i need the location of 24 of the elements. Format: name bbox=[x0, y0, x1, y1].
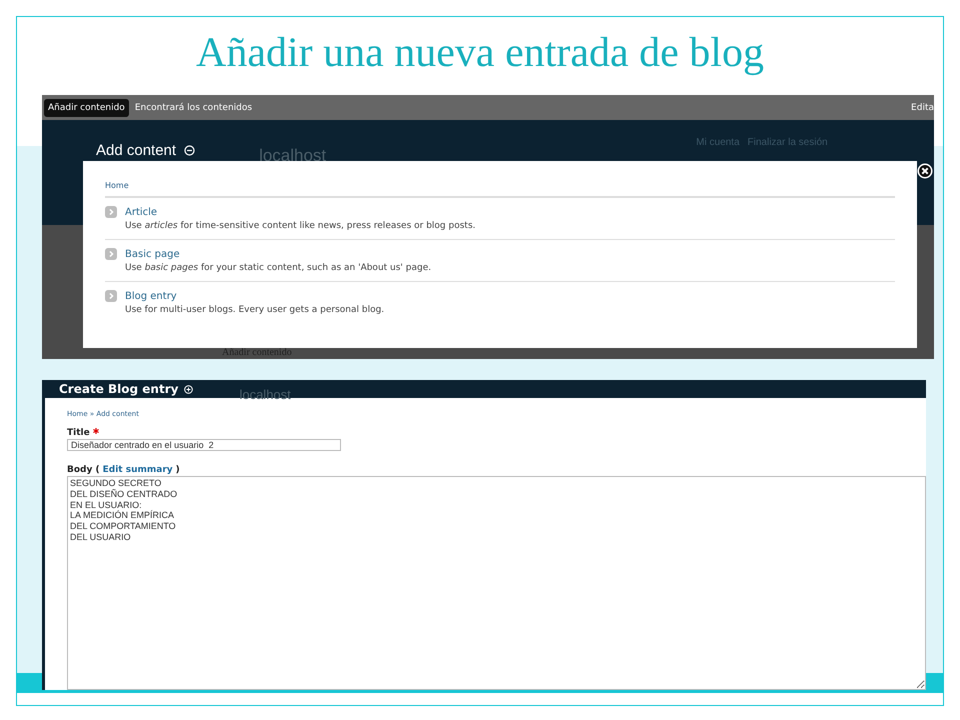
content-type-link[interactable]: Article bbox=[125, 206, 158, 218]
field-label: Title bbox=[67, 428, 90, 438]
page-title: Create Blog entry bbox=[59, 382, 178, 396]
content-type-description: Use for multi-user blogs. Every user gets a personal blog. bbox=[125, 305, 386, 315]
toolbar-tab[interactable]: Encontrará los contenidos bbox=[130, 98, 256, 116]
title-field[interactable]: Diseñador centrado en el usuario 2 bbox=[67, 439, 341, 451]
content-type-link[interactable]: Basic page bbox=[125, 248, 180, 260]
site-name: localhost bbox=[259, 146, 326, 166]
content-type-description: Use articles for time-sensitive content like news, press releases or blog posts. bbox=[125, 221, 476, 231]
edit-summary-link[interactable]: Edit summary bbox=[102, 465, 173, 475]
body-field[interactable]: SEGUNDO SECRETO DEL DISEÑO CENTRADO EN EL USUARIO: LA MEDICIÓN EMPÍRICA DEL COMPORTAMIENTO DEL USUARIO bbox=[67, 476, 926, 690]
toolbar-tab[interactable]: Añadir contenido bbox=[44, 98, 129, 116]
field-label: Body ( bbox=[67, 465, 100, 475]
edit-link[interactable]: Edita bbox=[911, 102, 934, 112]
close-icon[interactable] bbox=[917, 163, 933, 179]
minus-circle-icon[interactable] bbox=[184, 144, 196, 156]
slide-title: Añadir una nueva entrada de blog bbox=[196, 29, 764, 78]
field-label: ) bbox=[176, 465, 180, 475]
breadcrumb-link[interactable]: Home bbox=[105, 171, 895, 198]
page-title: Add content bbox=[96, 142, 176, 158]
site-name: localhost bbox=[239, 386, 291, 402]
plus-circle-icon[interactable] bbox=[184, 384, 194, 394]
content-type-description: Use basic pages for your static content, such as an 'About us' page. bbox=[125, 263, 432, 273]
content-type-link[interactable]: Blog entry bbox=[125, 290, 177, 302]
